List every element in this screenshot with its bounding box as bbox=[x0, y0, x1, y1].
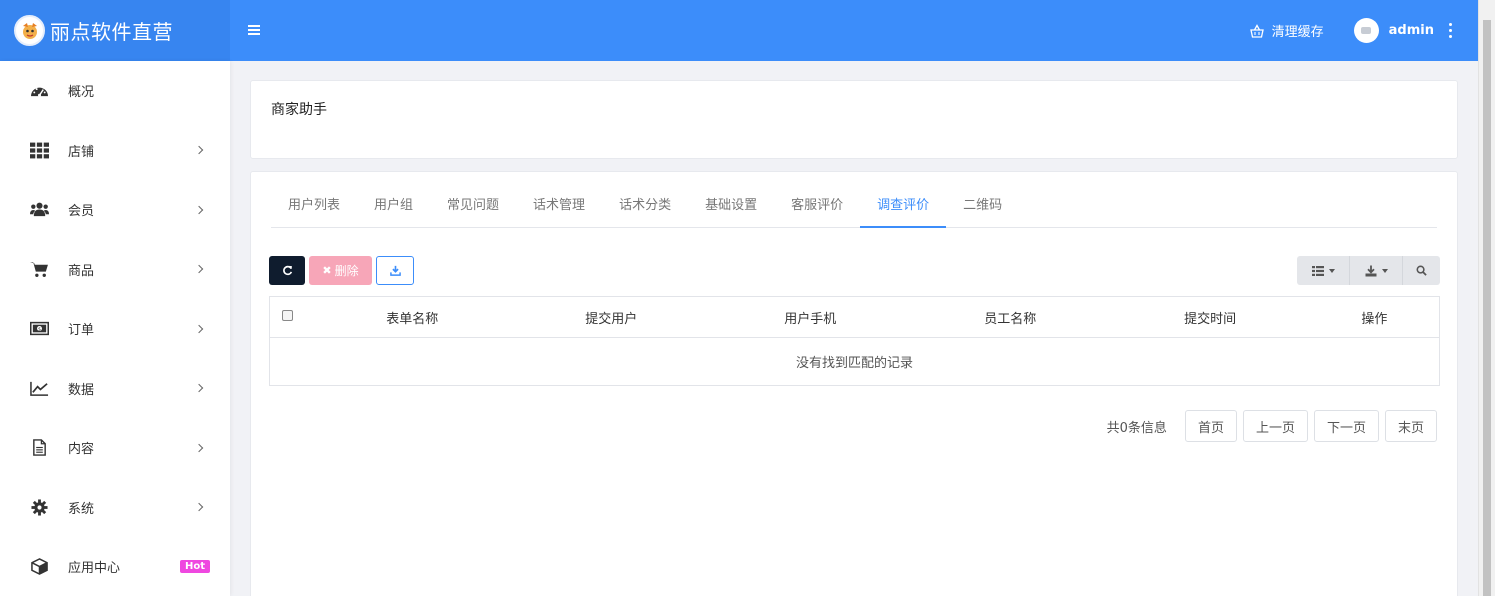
chevron-right-icon bbox=[194, 324, 204, 333]
username: admin bbox=[1388, 23, 1434, 38]
tab-qr-code[interactable]: 二维码 bbox=[946, 192, 1019, 228]
chevron-right-icon bbox=[194, 384, 204, 393]
records-table: 表单名称 提交用户 用户手机 员工名称 提交时间 操作 没有找到匹配的记录 bbox=[269, 296, 1440, 386]
more-vertical-icon[interactable] bbox=[1449, 23, 1452, 38]
sidebar-item-label: 店铺 bbox=[68, 144, 95, 160]
hot-badge: Hot bbox=[179, 560, 210, 574]
refresh-button[interactable] bbox=[269, 256, 305, 285]
sidebar-item-label: 订单 bbox=[68, 323, 95, 339]
sidebar-item-label: 概况 bbox=[68, 85, 95, 101]
sidebar-item-store[interactable]: 店铺 bbox=[0, 121, 230, 181]
top-header: 丽点软件直营 清理缓存 admin bbox=[0, 0, 1478, 61]
brand-logo-icon bbox=[14, 15, 45, 46]
caret-down-icon bbox=[1381, 268, 1388, 273]
page-scrollbar[interactable] bbox=[1478, 0, 1495, 596]
cube-icon bbox=[28, 558, 50, 576]
list-icon bbox=[1311, 265, 1324, 276]
tab-script-management[interactable]: 话术管理 bbox=[516, 192, 602, 228]
pagination: 共0条信息 首页 上一页 下一页 末页 bbox=[1107, 410, 1437, 442]
menu-toggle-icon[interactable] bbox=[248, 24, 264, 37]
tab-faq[interactable]: 常见问题 bbox=[430, 192, 516, 228]
brand-name: 丽点软件直营 bbox=[50, 20, 173, 44]
sidebar-item-goods[interactable]: 商品 bbox=[0, 240, 230, 300]
tab-basic-settings[interactable]: 基础设置 bbox=[688, 192, 774, 228]
next-page-button[interactable]: 下一页 bbox=[1313, 410, 1379, 442]
chevron-right-icon bbox=[194, 443, 204, 452]
delete-label: 删除 bbox=[334, 264, 359, 278]
chart-line-icon bbox=[28, 379, 50, 397]
page-title: 商家助手 bbox=[271, 102, 327, 118]
dashboard-icon bbox=[28, 82, 50, 100]
column-header[interactable]: 用户手机 bbox=[711, 308, 910, 327]
basket-icon bbox=[1249, 23, 1264, 38]
brand[interactable]: 丽点软件直营 bbox=[0, 0, 230, 61]
sidebar-item-app-center[interactable]: 应用中心 Hot bbox=[0, 537, 230, 596]
table-header: 表单名称 提交用户 用户手机 员工名称 提交时间 操作 bbox=[270, 297, 1439, 338]
sidebar-item-label: 应用中心 bbox=[68, 561, 121, 577]
svg-text:$: $ bbox=[37, 327, 40, 333]
last-page-button[interactable]: 末页 bbox=[1384, 410, 1437, 442]
prev-page-button[interactable]: 上一页 bbox=[1242, 410, 1308, 442]
money-icon: $ bbox=[28, 320, 50, 338]
page-title-card: 商家助手 bbox=[250, 80, 1458, 159]
gear-icon bbox=[28, 498, 50, 516]
first-page-button[interactable]: 首页 bbox=[1184, 410, 1237, 442]
column-header: 操作 bbox=[1361, 311, 1388, 327]
document-icon bbox=[28, 439, 50, 457]
chevron-right-icon bbox=[194, 146, 204, 155]
clear-cache-button[interactable]: 清理缓存 bbox=[1249, 21, 1324, 40]
tab-user-group[interactable]: 用户组 bbox=[357, 192, 430, 228]
avatar bbox=[1353, 18, 1379, 43]
sidebar-item-label: 内容 bbox=[68, 442, 95, 458]
search-button[interactable] bbox=[1402, 256, 1440, 285]
grid-icon bbox=[28, 141, 50, 159]
column-header[interactable]: 提交用户 bbox=[512, 308, 711, 327]
sidebar-item-label: 系统 bbox=[68, 501, 95, 517]
cart-icon bbox=[28, 260, 50, 278]
close-icon: ✖ bbox=[322, 264, 332, 277]
sidebar-item-content[interactable]: 内容 bbox=[0, 418, 230, 478]
export-dropdown-button[interactable] bbox=[1349, 256, 1402, 285]
sidebar: 概况 店铺 会员 商品 $ 订单 数据 内容 系统 应用中心 Hot bbox=[0, 61, 230, 596]
refresh-icon bbox=[282, 265, 292, 276]
tab-bar: 用户列表 用户组 常见问题 话术管理 话术分类 基础设置 客服评价 调查评价 二… bbox=[271, 192, 1437, 228]
columns-toggle-button[interactable] bbox=[1297, 256, 1349, 285]
sidebar-item-label: 数据 bbox=[68, 382, 95, 398]
chevron-right-icon bbox=[194, 503, 204, 512]
sidebar-item-label: 会员 bbox=[68, 204, 95, 220]
sidebar-item-overview[interactable]: 概况 bbox=[0, 61, 230, 121]
sidebar-item-label: 商品 bbox=[68, 263, 95, 279]
download-icon bbox=[1365, 265, 1376, 276]
sidebar-item-data[interactable]: 数据 bbox=[0, 359, 230, 419]
empty-message: 没有找到匹配的记录 bbox=[795, 356, 913, 371]
total-count: 共0条信息 bbox=[1106, 420, 1167, 436]
column-header[interactable]: 表单名称 bbox=[313, 308, 512, 327]
search-icon bbox=[1416, 265, 1427, 276]
export-button[interactable] bbox=[376, 256, 414, 285]
sidebar-item-system[interactable]: 系统 bbox=[0, 478, 230, 538]
delete-button[interactable]: ✖ 删除 bbox=[309, 256, 372, 285]
user-menu[interactable]: admin bbox=[1353, 18, 1452, 43]
tab-service-rating[interactable]: 客服评价 bbox=[774, 192, 860, 228]
tab-user-list[interactable]: 用户列表 bbox=[271, 192, 357, 228]
download-icon bbox=[389, 265, 401, 276]
main-panel: 用户列表 用户组 常见问题 话术管理 话术分类 基础设置 客服评价 调查评价 二… bbox=[250, 171, 1458, 596]
sidebar-item-orders[interactable]: $ 订单 bbox=[0, 299, 230, 359]
column-header[interactable]: 提交时间 bbox=[1111, 308, 1310, 327]
chevron-right-icon bbox=[194, 205, 204, 214]
column-header[interactable]: 员工名称 bbox=[910, 308, 1111, 327]
clear-cache-label: 清理缓存 bbox=[1271, 25, 1324, 40]
users-icon bbox=[28, 201, 50, 219]
sidebar-item-members[interactable]: 会员 bbox=[0, 180, 230, 240]
tab-survey-rating[interactable]: 调查评价 bbox=[860, 192, 947, 228]
table-toolbar: ✖ 删除 bbox=[269, 256, 414, 285]
caret-down-icon bbox=[1328, 268, 1335, 273]
tab-script-category[interactable]: 话术分类 bbox=[602, 192, 688, 228]
select-all-checkbox[interactable] bbox=[270, 309, 306, 321]
chevron-right-icon bbox=[194, 265, 204, 274]
table-tools bbox=[1297, 256, 1440, 285]
